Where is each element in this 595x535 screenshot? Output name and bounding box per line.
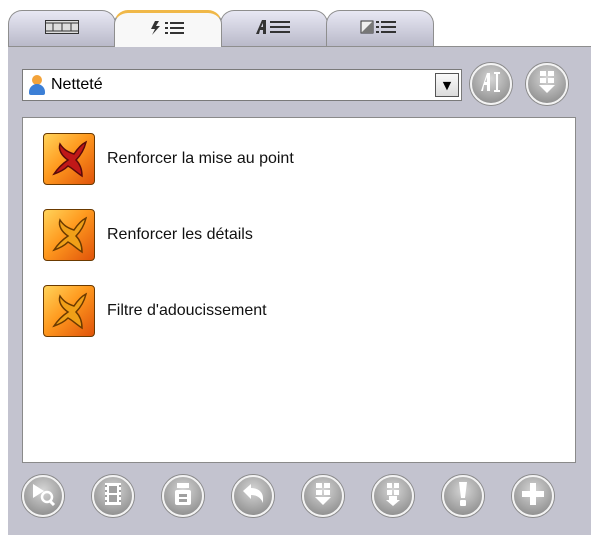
list-item[interactable]: Renforcer les détails	[43, 208, 563, 262]
text-list-icon	[254, 19, 294, 39]
grid-down-button[interactable]	[526, 63, 568, 105]
layers-button[interactable]	[162, 475, 204, 517]
transition-list-icon	[360, 19, 400, 39]
add-button[interactable]	[512, 475, 554, 517]
exclamation-icon	[458, 481, 468, 511]
layers-icon	[172, 482, 194, 510]
category-selected-value: Netteté	[51, 76, 103, 93]
fx-effect-icon	[43, 209, 95, 261]
plus-icon	[521, 482, 545, 510]
category-dropdown[interactable]: Netteté ▼	[22, 69, 462, 101]
undo-button[interactable]	[232, 475, 274, 517]
tab-effects[interactable]	[114, 10, 222, 47]
video-button[interactable]	[92, 475, 134, 517]
tab-strip	[8, 10, 590, 47]
effect-label: Filtre d'adoucissement	[107, 302, 267, 319]
import-button[interactable]	[302, 475, 344, 517]
filmstrip-icon	[45, 19, 79, 38]
dropdown-arrow-icon[interactable]: ▼	[435, 73, 459, 97]
tab-transitions[interactable]	[326, 10, 434, 46]
person-icon	[29, 75, 45, 95]
film-icon	[102, 482, 124, 510]
fx-effect-icon	[43, 133, 95, 185]
list-item[interactable]: Renforcer la mise au point	[43, 132, 563, 186]
text-cursor-icon	[479, 71, 503, 97]
effect-label: Renforcer les détails	[107, 226, 253, 243]
effects-panel: Netteté ▼ Renforcer la mise au point Ren…	[8, 46, 591, 535]
undo-icon	[241, 483, 265, 509]
grid-down-icon	[535, 70, 559, 98]
effect-label: Renforcer la mise au point	[107, 150, 294, 167]
play-search-icon	[30, 482, 56, 510]
list-item[interactable]: Filtre d'adoucissement	[43, 284, 563, 338]
export-button[interactable]	[372, 475, 414, 517]
preview-button[interactable]	[22, 475, 64, 517]
fx-effect-icon	[43, 285, 95, 337]
grid-up-icon	[381, 482, 405, 510]
bottom-toolbar	[8, 469, 591, 529]
tab-media[interactable]	[8, 10, 116, 46]
tab-titles[interactable]	[220, 10, 328, 46]
info-button[interactable]	[442, 475, 484, 517]
effects-list: Renforcer la mise au point Renforcer les…	[22, 117, 576, 463]
effects-list-icon	[149, 20, 187, 40]
grid-down-icon	[311, 482, 335, 510]
text-edit-button[interactable]	[470, 63, 512, 105]
